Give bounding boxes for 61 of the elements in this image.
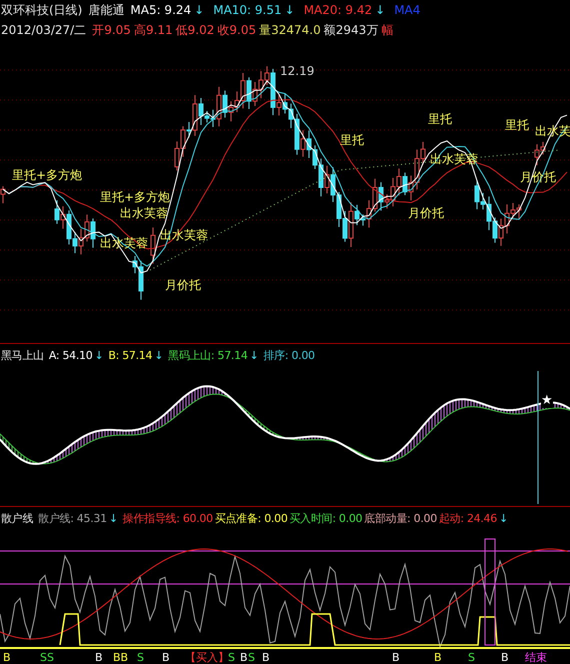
indicator-value: 买入时间: 0.00 [290, 510, 362, 526]
signal-marker: B [262, 652, 270, 664]
signal-label: 里托+多方炮 [12, 168, 82, 182]
indicator-value: MA4 [394, 3, 420, 17]
trend-arrow: ↓ [498, 512, 508, 524]
signal-marker: 【买入】 [185, 652, 229, 664]
signal-marker: B [162, 652, 170, 664]
indicator-value: MA10: 9.51 [213, 3, 282, 17]
signal-label: 里托 [505, 118, 529, 132]
signal-marker: 结束 [525, 652, 547, 664]
quote-value: 量32474.0 [259, 22, 321, 38]
indicator-value: 起动: 24.46 [438, 510, 497, 526]
signal-label: 月价托 [408, 206, 444, 220]
indicator-name: 散户线 [1, 510, 34, 526]
signal-marker: B [3, 652, 11, 664]
trend-arrow: ↓ [108, 512, 118, 524]
signal-marker: BB [113, 652, 128, 664]
quote-value: 幅 [381, 22, 394, 38]
signal-label: 月价托 [165, 278, 201, 292]
indicator-value: 底部动量: 0.00 [364, 510, 437, 526]
indicator-value: 黑码上山: 57.14 [168, 348, 248, 362]
signal-marker: B [392, 652, 400, 664]
star-signal: ★ [541, 394, 553, 408]
indicator-name: 黑马上山 [1, 348, 44, 362]
candlestick [150, 226, 156, 264]
trend-arrow: ↓ [154, 348, 164, 362]
signal-label: 里托 [340, 133, 364, 147]
trend-arrow: ↓ [94, 348, 104, 362]
date-label: 2012/03/27/二 [1, 22, 86, 38]
peak-price-label: 12.19 [280, 64, 314, 78]
quote-value: 收9.05 [217, 22, 256, 38]
indicator-value: 操作指导线: 60.00 [122, 510, 213, 526]
signal-marker: B [95, 652, 103, 664]
quote-value: 高9.11 [134, 22, 173, 38]
quote-value: 开9.05 [92, 22, 131, 38]
signal-marker: B [240, 652, 248, 664]
indicator-value: B: 57.14 [108, 348, 152, 362]
quote-value: 额2943万 [324, 22, 378, 38]
signal-marker: S [468, 652, 475, 664]
indicator-value: MA20: 9.42 [304, 3, 372, 17]
signal-marker: B [434, 652, 442, 664]
trend-arrow: ↓ [250, 348, 258, 362]
signal-label: 里托 [428, 112, 452, 126]
indicator-value: MA5: 9.24 [130, 3, 192, 17]
signal-label: 出水芙蓉 [120, 206, 168, 220]
indicator-value: 买点准备: 0.00 [214, 510, 288, 526]
signal-marker: SS [40, 652, 54, 664]
trend-arrow: ↓ [194, 3, 204, 17]
signal-label: 里托+多方炮 [100, 190, 170, 204]
quote-value: 低9.02 [176, 22, 214, 38]
signal-marker: S [228, 652, 235, 664]
signal-marker: S [248, 652, 255, 664]
signal-marker: S [137, 652, 144, 664]
indicator-value: 排序: 0.00 [263, 348, 315, 362]
trend-arrow: ↓ [284, 3, 295, 17]
indicator-value: 散户线: 45.31 [38, 510, 107, 526]
author-label: 唐能通 [88, 2, 124, 18]
indicator-value: A: 54.10 [48, 348, 92, 362]
trend-arrow: ↓ [375, 3, 386, 17]
stock-title: 双环科技(日线) [1, 2, 82, 18]
signal-marker: B [501, 652, 509, 664]
